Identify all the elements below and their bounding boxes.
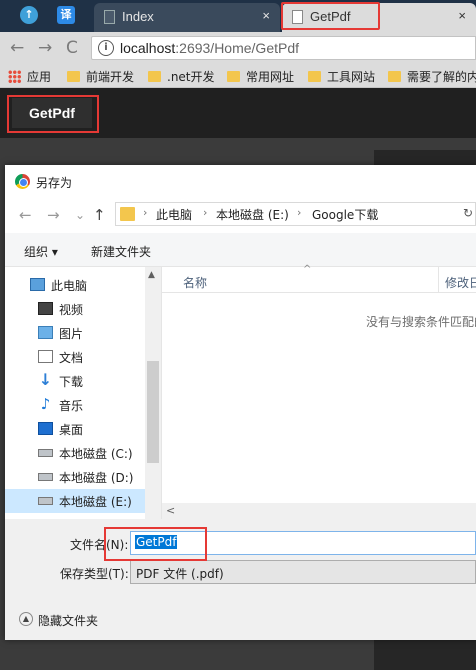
nav-item-music[interactable]: ♪ 音乐 <box>5 393 145 417</box>
folder-icon <box>308 71 321 82</box>
nav-item-drive-e[interactable]: 本地磁盘 (E:) <box>5 489 145 513</box>
bookmark-to-learn[interactable]: 需要了解的内 <box>388 68 476 85</box>
file-list-pane: ^ 名称 修改日期 没有与搜索条件匹配的项。 < <box>161 264 476 519</box>
page-icon <box>104 10 115 24</box>
close-icon[interactable]: × <box>262 8 270 23</box>
dialog-title: 另存为 <box>36 176 73 190</box>
dialog-command-bar: 组织 ▾ 新建文件夹 <box>5 233 476 267</box>
bookmark-frontend[interactable]: 前端开发 <box>67 68 134 85</box>
highlight-box-button <box>7 95 99 133</box>
drive-icon <box>38 473 53 481</box>
hide-folders-label: 隐藏文件夹 <box>38 614 99 628</box>
downloads-folder-icon: ↓ <box>38 370 53 389</box>
nav-item-this-pc[interactable]: 此电脑 <box>5 273 145 297</box>
breadcrumb-separator[interactable]: › <box>297 206 301 219</box>
filetype-value: PDF 文件 (.pdf) <box>136 567 224 581</box>
nav-item-downloads[interactable]: ↓ 下载 <box>5 369 145 393</box>
nav-pane-scrollbar[interactable]: ▲ <box>145 267 161 519</box>
folder-icon <box>120 207 135 221</box>
nav-item-documents[interactable]: 文档 <box>5 345 145 369</box>
chevron-up-icon: ▲ <box>19 612 33 626</box>
highlight-box-filename <box>104 527 207 561</box>
folder-icon <box>227 71 240 82</box>
column-name[interactable]: 名称 <box>183 274 207 291</box>
scroll-up-arrow[interactable]: ▲ <box>148 270 155 280</box>
recent-locations-dropdown[interactable]: ⌄ <box>75 208 85 222</box>
save-form: 文件名(N): GetPdf 保存类型(T): PDF 文件 (.pdf) ▲ … <box>5 519 476 640</box>
refresh-button[interactable]: ↻ <box>463 206 473 220</box>
filetype-select[interactable]: PDF 文件 (.pdf) <box>130 560 476 584</box>
nav-item-drive-d[interactable]: 本地磁盘 (D:) <box>5 465 145 489</box>
url-text: localhost:2693/Home/GetPdf <box>120 40 300 56</box>
chrome-icon <box>15 174 30 189</box>
scroll-left-arrow[interactable]: < <box>166 504 175 517</box>
folder-icon <box>388 71 401 82</box>
breadcrumb-separator[interactable]: › <box>203 206 207 219</box>
dialog-address-row: ← → ⌄ ↑ › 此电脑 › 本地磁盘 (E:) › Google下载 ↻ <box>5 197 476 233</box>
computer-icon <box>30 278 45 291</box>
forward-button[interactable]: → <box>38 38 52 58</box>
nav-item-videos[interactable]: 视频 <box>5 297 145 321</box>
bookmark-common-sites[interactable]: 常用网址 <box>227 68 294 85</box>
navigation-pane: 此电脑 视频 图片 文档 ↓ 下载 ♪ 音乐 桌面 本地磁盘 (C:) 本地磁盘… <box>5 267 161 519</box>
bookmark-apps[interactable]: 应用 <box>8 68 51 85</box>
file-list-horizontal-scrollbar[interactable]: < <box>162 503 476 519</box>
reload-button[interactable]: C <box>66 38 78 58</box>
column-modified-date[interactable]: 修改日期 <box>445 274 476 291</box>
back-button[interactable]: ← <box>19 206 32 224</box>
sort-arrow-icon: ^ <box>303 264 312 275</box>
tab-index[interactable]: Index × <box>94 3 280 32</box>
bookmarks-bar: 应用 前端开发 .net开发 常用网址 工具网站 需要了解的内 <box>0 64 476 88</box>
drive-icon <box>38 497 53 505</box>
nav-item-desktop[interactable]: 桌面 <box>5 417 145 441</box>
nav-item-pictures[interactable]: 图片 <box>5 321 145 345</box>
path-breadcrumb[interactable]: › 此电脑 › 本地磁盘 (E:) › Google下载 ↻ <box>115 202 476 226</box>
documents-folder-icon <box>38 350 53 363</box>
folder-icon <box>148 71 161 82</box>
bookmark-tools[interactable]: 工具网站 <box>308 68 375 85</box>
up-arrow-extension-icon[interactable]: ↑ <box>20 6 38 24</box>
filetype-label: 保存类型(T): <box>60 567 129 581</box>
folder-icon <box>67 71 80 82</box>
browser-toolbar: ← → C i localhost:2693/Home/GetPdf <box>0 32 476 64</box>
forward-button[interactable]: → <box>47 206 60 224</box>
dialog-titlebar: 另存为 <box>5 165 476 197</box>
address-bar[interactable]: i localhost:2693/Home/GetPdf <box>91 36 476 60</box>
file-list-header: ^ 名称 修改日期 <box>162 264 476 293</box>
breadcrumb-drive-e[interactable]: 本地磁盘 (E:) <box>216 206 289 223</box>
scrollbar-thumb[interactable] <box>147 361 159 463</box>
pictures-folder-icon <box>38 326 53 339</box>
info-icon[interactable]: i <box>98 40 114 56</box>
tab-strip: ↑ 译 Index × GetPdf × <box>0 0 476 32</box>
tab-label: Index <box>122 9 154 24</box>
drive-icon <box>38 449 53 457</box>
breadcrumb-this-pc[interactable]: 此电脑 <box>156 206 192 223</box>
apps-grid-icon <box>8 70 21 83</box>
music-folder-icon: ♪ <box>40 395 51 413</box>
nav-item-drive-c[interactable]: 本地磁盘 (C:) <box>5 441 145 465</box>
close-icon[interactable]: × <box>458 8 466 23</box>
breadcrumb-separator[interactable]: › <box>143 206 147 219</box>
desktop-folder-icon <box>38 422 53 435</box>
up-folder-button[interactable]: ↑ <box>93 206 106 224</box>
empty-results-message: 没有与搜索条件匹配的项。 <box>366 315 476 329</box>
video-folder-icon <box>38 302 53 315</box>
highlight-box-tab <box>281 2 380 30</box>
save-as-dialog: 另存为 ← → ⌄ ↑ › 此电脑 › 本地磁盘 (E:) › Google下载… <box>5 165 476 640</box>
back-button[interactable]: ← <box>10 38 24 58</box>
translate-extension-icon[interactable]: 译 <box>57 6 75 24</box>
breadcrumb-google-downloads[interactable]: Google下载 <box>312 206 378 223</box>
organize-button[interactable]: 组织 ▾ <box>24 243 58 260</box>
new-folder-button[interactable]: 新建文件夹 <box>91 243 151 260</box>
bookmark-dotnet[interactable]: .net开发 <box>148 68 215 85</box>
